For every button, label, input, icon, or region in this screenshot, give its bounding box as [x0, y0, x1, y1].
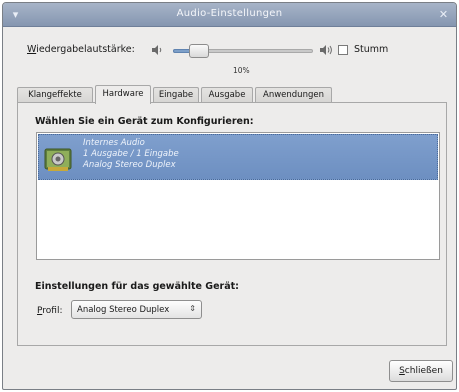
tab-ausgabe[interactable]: Ausgabe [201, 87, 253, 103]
profile-select-value: Analog Stereo Duplex [77, 305, 170, 315]
audio-settings-window: ▾ Audio-Einstellungen ✕ Wiedergabelautst… [2, 2, 457, 390]
volume-slider[interactable] [173, 44, 313, 58]
mute-checkbox[interactable] [338, 45, 348, 55]
device-io: 1 Ausgabe / 1 Eingabe [83, 149, 179, 159]
device-list[interactable]: Internes Audio 1 Ausgabe / 1 Eingabe Ana… [36, 132, 440, 260]
device-name: Internes Audio [83, 138, 145, 148]
close-icon[interactable]: ✕ [437, 8, 450, 21]
tab-hardware[interactable]: Hardware [95, 85, 151, 104]
volume-percent: 10% [233, 66, 250, 75]
speaker-low-icon [152, 45, 162, 55]
device-text: Internes Audio 1 Ausgabe / 1 Eingabe Ana… [83, 138, 179, 171]
tab-klangeffekte[interactable]: Klangeffekte [17, 87, 93, 103]
volume-label: Wiedergabelautstärke: [27, 44, 135, 55]
profile-select[interactable]: Analog Stereo Duplex ⇕ [71, 300, 202, 319]
window-title: Audio-Einstellungen [176, 8, 283, 19]
speaker-high-icon [320, 45, 332, 55]
volume-row: Wiedergabelautstärke: Stumm [27, 43, 447, 59]
mute-label[interactable]: Stumm [354, 44, 388, 55]
settings-heading: Einstellungen für das gewählte Gerät: [35, 281, 239, 292]
volume-slider-thumb[interactable] [189, 44, 209, 58]
tab-anwendungen[interactable]: Anwendungen [255, 87, 332, 103]
device-row[interactable]: Internes Audio 1 Ausgabe / 1 Eingabe Ana… [38, 134, 438, 180]
select-arrows-icon: ⇕ [189, 304, 196, 313]
tab-eingabe[interactable]: Eingabe [153, 87, 199, 103]
profile-label: Profil: [37, 306, 63, 316]
choose-device-heading: Wählen Sie ein Gerät zum Konfigurieren: [35, 116, 254, 127]
device-profile: Analog Stereo Duplex [83, 160, 176, 170]
sound-card-icon [44, 148, 72, 171]
titlebar[interactable]: ▾ Audio-Einstellungen ✕ [3, 3, 456, 27]
close-button[interactable]: Schließen [389, 360, 453, 382]
tab-bar: Klangeffekte Hardware Eingabe Ausgabe An… [17, 85, 447, 104]
